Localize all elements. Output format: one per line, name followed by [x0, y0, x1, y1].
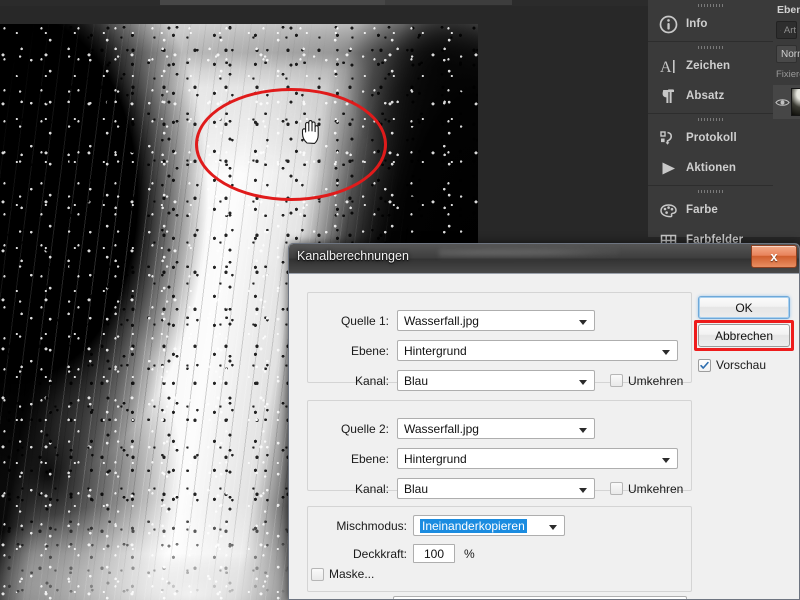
- source2-kanal-select[interactable]: Blau: [397, 478, 595, 499]
- color-palette-icon: [654, 197, 682, 223]
- dock-item-farbe[interactable]: Farbe: [648, 195, 773, 225]
- source1-kanal-label: Kanal:: [354, 373, 389, 388]
- dock-grip[interactable]: [648, 42, 773, 51]
- layers-lock-label: Fixieren:: [776, 69, 800, 80]
- source1-ebene-label: Ebene:: [350, 343, 389, 358]
- source1-umkehren-label: Umkehren: [628, 373, 684, 388]
- dialog-body: Quelle 1: Wasserfall.jpg Ebene: Hintergr…: [289, 274, 799, 599]
- source2-kanal-row: Kanal: Blau Umkehren: [321, 478, 689, 499]
- source2-umkehren-checkbox[interactable]: [610, 482, 623, 495]
- blend-mode-select[interactable]: Ineinanderkopieren: [420, 518, 527, 533]
- cancel-button[interactable]: Abbrechen: [698, 324, 790, 347]
- mask-checkbox[interactable]: [311, 567, 324, 581]
- titlebar-glass-reflection: [439, 246, 619, 260]
- svg-text:A: A: [660, 59, 672, 76]
- layer-row[interactable]: [773, 85, 800, 119]
- preview-row: Vorschau: [698, 358, 766, 372]
- dock-grip[interactable]: [648, 186, 773, 195]
- mask-label: Maske...: [329, 567, 375, 581]
- source1-quelle-select[interactable]: Wasserfall.jpg: [397, 310, 595, 331]
- opacity-unit: %: [464, 546, 475, 561]
- collapsed-panel-dock[interactable]: Info A Zeichen Absatz Protokoll Aktionen…: [648, 0, 774, 258]
- ok-button[interactable]: OK: [698, 296, 790, 319]
- layers-blend-mode-value: Normal: [781, 48, 800, 60]
- close-icon-glyph: x: [770, 249, 778, 264]
- document-tab-secondary[interactable]: [385, 0, 512, 5]
- dock-item-protokoll[interactable]: Protokoll: [648, 123, 773, 153]
- dock-item-label: Info: [686, 18, 708, 30]
- dialog-title: Kanalberechnungen: [297, 249, 409, 263]
- source2-ebene-select[interactable]: Hintergrund: [397, 448, 678, 469]
- source2-ebene-label: Ebene:: [350, 451, 389, 466]
- dock-group-history: Protokoll Aktionen: [648, 114, 773, 186]
- dialog-titlebar[interactable]: Kanalberechnungen x: [289, 244, 799, 274]
- source1-quelle-row: Quelle 1: Wasserfall.jpg: [321, 310, 689, 331]
- eye-icon[interactable]: [775, 95, 790, 109]
- layers-filter-text: Art: [783, 24, 796, 36]
- dock-group-info: Info: [648, 0, 773, 42]
- result-select[interactable]: Neuer Kanal: [392, 596, 687, 599]
- opacity-input[interactable]: 100: [413, 544, 455, 563]
- close-icon[interactable]: x: [751, 245, 797, 268]
- preview-checkbox[interactable]: [698, 358, 711, 372]
- source2-ebene-row: Ebene: Hintergrund: [321, 448, 689, 469]
- dock-item-label: Aktionen: [686, 162, 736, 174]
- dock-item-label: Farbe: [686, 204, 718, 216]
- result-row: Ergebnis: Neuer Kanal: [317, 596, 687, 599]
- source1-umkehren-checkbox[interactable]: [610, 374, 623, 387]
- source1-quelle-label: Quelle 1:: [340, 313, 389, 328]
- dock-group-type: A Zeichen Absatz: [648, 42, 773, 114]
- blend-mode-row: Mischmodus: Ineinanderkopieren: [317, 515, 687, 536]
- opacity-row: Deckkraft: 100 %: [317, 544, 687, 563]
- source1-ebene-row: Ebene: Hintergrund: [321, 340, 689, 361]
- opacity-label: Deckkraft:: [352, 546, 407, 561]
- source1-kanal-select[interactable]: Blau: [397, 370, 595, 391]
- dock-item-absatz[interactable]: Absatz: [648, 81, 773, 111]
- source2-quelle-select[interactable]: Wasserfall.jpg: [397, 418, 595, 439]
- search-icon: [780, 29, 781, 31]
- history-icon: [654, 125, 682, 151]
- source1-kanal-row: Kanal: Blau Umkehren: [321, 370, 689, 391]
- dock-item-label: Zeichen: [686, 60, 731, 72]
- checkmark-icon: [700, 361, 709, 369]
- actions-play-icon: [654, 155, 682, 181]
- dock-item-zeichen[interactable]: A Zeichen: [648, 51, 773, 81]
- layers-filter-search[interactable]: Art: [776, 21, 797, 39]
- dock-grip[interactable]: [648, 114, 773, 123]
- paragraph-icon: [654, 83, 682, 109]
- info-icon: [654, 11, 682, 37]
- source2-quelle-row: Quelle 2: Wasserfall.jpg: [321, 418, 689, 439]
- mask-row: Maske...: [311, 567, 681, 581]
- character-icon: A: [654, 53, 682, 79]
- hand-cursor: [301, 120, 319, 144]
- dock-grip[interactable]: [648, 0, 773, 9]
- dock-item-label: Absatz: [686, 90, 725, 102]
- blend-mode-label: Mischmodus:: [336, 518, 407, 533]
- source2-kanal-label: Kanal:: [354, 481, 389, 496]
- dock-item-info[interactable]: Info: [648, 9, 773, 39]
- layer-thumbnail[interactable]: [791, 88, 800, 116]
- source2-quelle-label: Quelle 2:: [340, 421, 389, 436]
- source1-ebene-select[interactable]: Hintergrund: [397, 340, 678, 361]
- preview-label: Vorschau: [716, 358, 767, 372]
- dock-item-label: Protokoll: [686, 132, 737, 144]
- document-tab-active[interactable]: [160, 0, 386, 5]
- source2-umkehren-label: Umkehren: [628, 481, 684, 496]
- layers-blend-mode-select[interactable]: Normal: [776, 45, 800, 63]
- kanalberechnungen-dialog[interactable]: Kanalberechnungen x Quelle 1: Wasserfall…: [288, 243, 800, 600]
- layers-panel[interactable]: Ebenen Art Normal Fixieren:: [773, 0, 800, 237]
- dock-item-aktionen[interactable]: Aktionen: [648, 153, 773, 183]
- layers-panel-title: Ebenen: [777, 4, 800, 16]
